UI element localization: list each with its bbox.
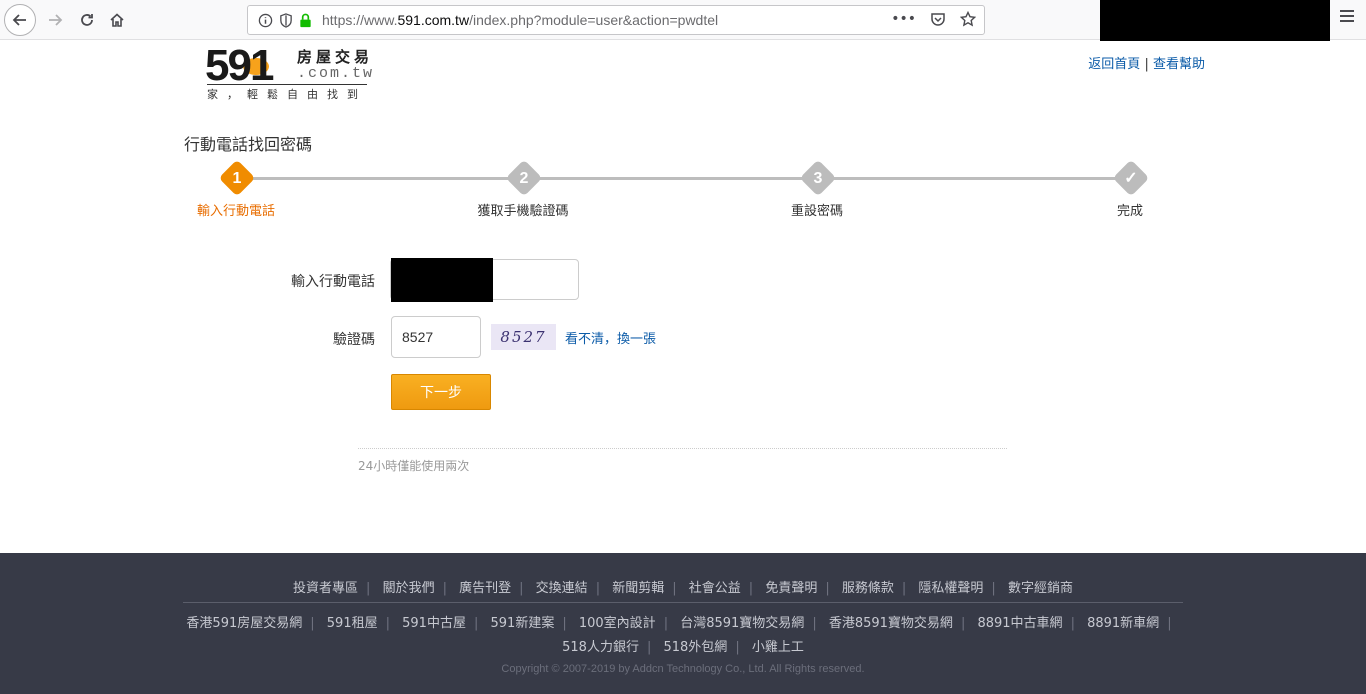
copyright-text: Copyright © 2007-2019 by Addcn Technolog… <box>501 663 865 675</box>
footer-link[interactable]: 100室內設計 <box>579 616 656 631</box>
logo-domain-text: .com.tw <box>297 65 375 82</box>
phone-label: 輸入行動電話 <box>291 274 375 290</box>
site-footer: 投資者專區 | 關於我們 | 廣告刊登 | 交換連結 | 新聞剪輯 | 社會公益 | 免責聲… <box>0 553 1366 694</box>
reload-button[interactable] <box>72 5 102 35</box>
bookmark-star-icon[interactable] <box>960 11 976 27</box>
reload-icon <box>81 14 93 26</box>
footer-link[interactable]: 交換連結 <box>536 581 588 596</box>
logo-cn-text: 房屋交易 <box>297 48 374 66</box>
footer-link[interactable]: 8891新車網 <box>1087 616 1159 631</box>
checkmark-icon: ✓ <box>1124 170 1138 187</box>
url-bar[interactable]: https://www.591.com.tw/index.php?module=… <box>247 5 985 35</box>
site-logo[interactable]: 591 房屋交易 .com.tw 家，輕鬆自由找到 <box>205 41 400 102</box>
footer-link[interactable]: 香港8591寶物交易網 <box>829 616 953 631</box>
step-3-number: 3 <box>813 170 823 187</box>
info-icon[interactable] <box>258 13 273 28</box>
arrow-left-icon <box>12 14 26 26</box>
progress-steps: 1 輸入行動電話 2 獲取手機驗證碼 3 重設密碼 ✓ 完成 <box>0 159 1366 220</box>
step-connector <box>250 177 510 180</box>
footer-link[interactable]: 591中古屋 <box>402 616 466 631</box>
step-connector <box>537 177 805 180</box>
forward-button[interactable] <box>40 5 70 35</box>
footer-link[interactable]: 518外包網 <box>663 640 727 655</box>
footer-link[interactable]: 591新建案 <box>491 616 555 631</box>
footer-link[interactable]: 新聞剪輯 <box>612 581 664 596</box>
top-links: 返回首頁 | 查看幫助 <box>1088 53 1205 72</box>
lock-icon[interactable] <box>299 13 312 28</box>
footer-link[interactable]: 518人力銀行 <box>562 640 639 655</box>
usage-note: 24小時僅能使用兩次 <box>358 459 470 473</box>
footer-link[interactable]: 隱私權聲明 <box>918 581 983 596</box>
captcha-label: 驗證碼 <box>333 332 375 348</box>
shield-icon[interactable] <box>279 13 293 28</box>
footer-row-1: 投資者專區 | 關於我們 | 廣告刊登 | 交換連結 | 新聞剪輯 | 社會公益 | 免責聲… <box>293 581 1073 596</box>
step-2-label: 獲取手機驗證碼 <box>477 204 569 219</box>
footer-link[interactable]: 591租屋 <box>327 616 378 631</box>
hamburger-menu-icon[interactable] <box>1340 10 1354 28</box>
home-icon <box>110 13 124 27</box>
footer-link[interactable]: 廣告刊登 <box>459 581 511 596</box>
divider <box>358 448 1007 449</box>
refresh-captcha-link[interactable]: 看不清，換一張 <box>565 328 656 347</box>
pocket-icon[interactable] <box>930 11 946 27</box>
footer-link[interactable]: 關於我們 <box>383 581 435 596</box>
logo-number: 591 <box>205 41 274 90</box>
page-title: 行動電話找回密碼 <box>184 135 313 154</box>
footer-link[interactable]: 台灣8591寶物交易網 <box>680 616 804 631</box>
footer-link[interactable]: 小雞上工 <box>752 640 804 655</box>
footer-link[interactable]: 社會公益 <box>689 581 741 596</box>
captcha-input[interactable]: 8527 <box>391 316 481 358</box>
redacted-phone <box>391 258 493 302</box>
link-separator: | <box>1144 57 1149 72</box>
back-button[interactable] <box>4 4 36 36</box>
url-security-icons <box>258 13 312 28</box>
home-link[interactable]: 返回首頁 <box>1088 57 1140 72</box>
url-actions: ••• <box>891 11 976 27</box>
home-button[interactable] <box>102 5 132 35</box>
footer-row-3: 518人力銀行 | 518外包網 | 小雞上工 <box>562 640 804 655</box>
step-1-label: 輸入行動電話 <box>196 204 276 219</box>
arrow-right-icon <box>49 14 63 26</box>
browser-toolbar: https://www.591.com.tw/index.php?module=… <box>0 0 1366 41</box>
step-connector <box>832 177 1117 180</box>
help-link[interactable]: 查看幫助 <box>1153 57 1205 72</box>
footer-row-2: 香港591房屋交易網 | 591租屋 | 591中古屋 | 591新建案 | 100室內… <box>186 616 1172 631</box>
logo-slogan: 家，輕鬆自由找到 <box>207 84 367 102</box>
redacted-area <box>1100 0 1330 41</box>
footer-divider <box>183 602 1183 603</box>
next-step-button[interactable]: 下一步 <box>391 374 491 410</box>
url-text[interactable]: https://www.591.com.tw/index.php?module=… <box>322 12 718 28</box>
footer-link[interactable]: 投資者專區 <box>293 581 358 596</box>
step-1-number: 1 <box>232 170 242 187</box>
step-2-number: 2 <box>519 170 529 187</box>
step-3-label: 重設密碼 <box>790 204 844 219</box>
footer-link[interactable]: 服務條款 <box>842 581 894 596</box>
footer-link[interactable]: 免責聲明 <box>765 581 817 596</box>
captcha-image: 8527 <box>491 324 556 350</box>
footer-link[interactable]: 數字經銷商 <box>1008 581 1073 596</box>
step-4-label: 完成 <box>1116 204 1144 219</box>
footer-link[interactable]: 香港591房屋交易網 <box>186 616 302 631</box>
page-actions-icon[interactable]: ••• <box>891 11 916 27</box>
footer-link[interactable]: 8891中古車網 <box>977 616 1062 631</box>
